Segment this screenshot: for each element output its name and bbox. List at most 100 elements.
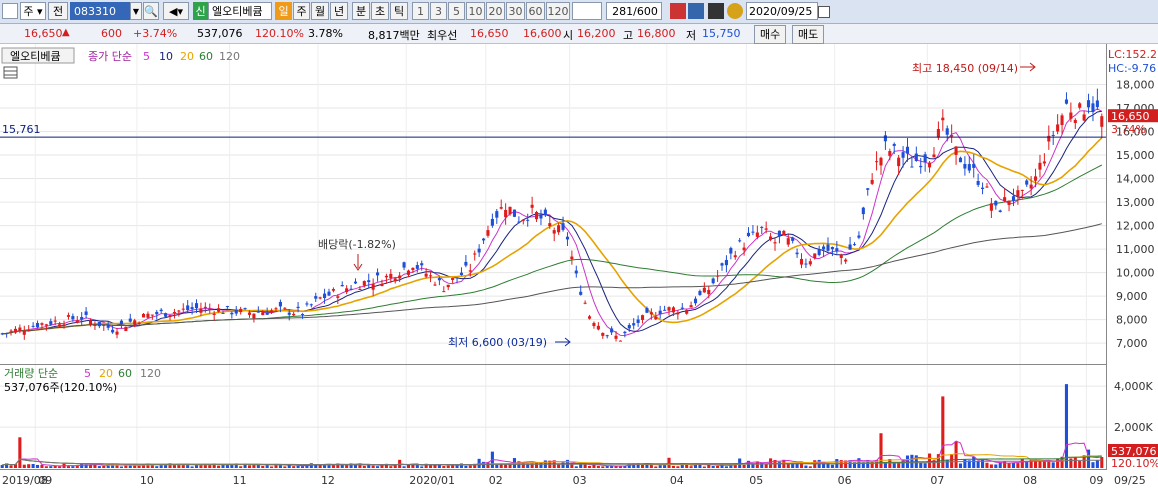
candle-body bbox=[994, 200, 998, 206]
candle-body bbox=[716, 275, 720, 277]
ma20-legend: 20 bbox=[180, 50, 194, 63]
candle-body bbox=[477, 248, 481, 253]
candle-body bbox=[557, 225, 561, 233]
date-input[interactable]: 2020/09/25 bbox=[746, 2, 818, 20]
minute-period-button[interactable]: 분 bbox=[352, 2, 370, 20]
candle-body bbox=[826, 244, 830, 251]
candle-count[interactable]: 281/600 bbox=[606, 2, 662, 20]
code-dropdown-icon[interactable]: ▼ bbox=[130, 2, 142, 20]
interval-20-button[interactable]: 20 bbox=[486, 2, 505, 20]
market-value: 주 bbox=[23, 5, 34, 18]
ma5-legend: 5 bbox=[143, 50, 150, 63]
sell-button[interactable]: 매도 bbox=[792, 25, 825, 44]
volume-bar bbox=[137, 465, 141, 468]
volume-bar bbox=[80, 463, 84, 468]
candle-body bbox=[159, 309, 163, 312]
candle-body bbox=[150, 314, 154, 316]
trade-value: 8,817백만 bbox=[368, 29, 420, 42]
interval-120-button[interactable]: 120 bbox=[546, 2, 570, 20]
year-period-button[interactable]: 년 bbox=[330, 2, 348, 20]
candle-body bbox=[380, 283, 384, 286]
volume-legend-prefix: 거래량 단순 bbox=[4, 367, 58, 380]
tick-period-button[interactable]: 틱 bbox=[390, 2, 408, 20]
candle-body bbox=[764, 228, 768, 230]
candle-body bbox=[870, 179, 874, 184]
volume-bar bbox=[1038, 461, 1042, 468]
volume-bar bbox=[574, 466, 578, 468]
volume-bar bbox=[989, 464, 993, 468]
candle-body bbox=[601, 332, 605, 336]
week-period-button[interactable]: 주 bbox=[293, 2, 310, 20]
high-label: 고 bbox=[623, 29, 634, 42]
stock-chart[interactable]: 15,761 7,000 8,000 9,000 10,000 11,000 12,000… bbox=[0, 44, 1158, 491]
volume-bar bbox=[9, 465, 13, 468]
candle-body bbox=[415, 265, 419, 269]
candle-body bbox=[561, 223, 565, 230]
candle-body bbox=[97, 322, 101, 327]
day-period-button[interactable]: 일 bbox=[275, 2, 292, 20]
price-y-tick-label: 11,000 bbox=[1116, 243, 1155, 256]
candle-body bbox=[362, 281, 366, 286]
candle-body bbox=[729, 248, 733, 254]
candle-body bbox=[680, 307, 684, 309]
candle-body bbox=[336, 296, 340, 298]
interval-5-button[interactable]: 5 bbox=[448, 2, 465, 20]
link-icon[interactable] bbox=[2, 3, 18, 19]
candle-body bbox=[384, 275, 388, 278]
price-change-pct: +3.74% bbox=[133, 27, 178, 40]
candle-body bbox=[406, 270, 411, 275]
candle-body bbox=[243, 308, 247, 310]
candle-body bbox=[106, 324, 110, 328]
volume-bar bbox=[963, 459, 967, 468]
volume-bar bbox=[58, 466, 62, 468]
settings-gear-icon[interactable] bbox=[727, 3, 743, 19]
volume-bar bbox=[1003, 461, 1007, 468]
interval-30-button[interactable]: 30 bbox=[506, 2, 525, 20]
candle-body bbox=[437, 278, 441, 281]
month-period-button[interactable]: 월 bbox=[311, 2, 329, 20]
current-price: 16,650 bbox=[24, 27, 63, 40]
interval-1-button[interactable]: 1 bbox=[412, 2, 429, 20]
candle-body bbox=[583, 302, 587, 304]
x-axis-label: 12 bbox=[321, 474, 335, 487]
best-bid: 16,600 bbox=[523, 27, 562, 40]
candle-body bbox=[932, 154, 936, 158]
volume-bar bbox=[261, 465, 265, 468]
candle-body bbox=[486, 230, 490, 236]
lc-label: LC:152.27 bbox=[1108, 48, 1158, 61]
stock-code-input[interactable]: 083310 bbox=[70, 2, 130, 20]
save-icon[interactable] bbox=[708, 3, 724, 19]
interval-60-button[interactable]: 60 bbox=[526, 2, 545, 20]
interval-10-button[interactable]: 10 bbox=[466, 2, 485, 20]
candle-body bbox=[0, 333, 4, 335]
volume-bar bbox=[119, 466, 123, 468]
candle-body bbox=[66, 315, 70, 317]
volume-bar bbox=[31, 463, 35, 468]
volume-bar bbox=[49, 466, 53, 468]
volume-bar bbox=[1051, 462, 1055, 468]
candle-body bbox=[813, 253, 817, 259]
indicator-icon[interactable] bbox=[688, 3, 704, 19]
candle-body bbox=[720, 263, 724, 266]
market-select[interactable]: 주 ▾ bbox=[20, 2, 46, 20]
second-period-button[interactable]: 초 bbox=[371, 2, 389, 20]
volume-bar bbox=[1073, 457, 1077, 468]
chart-tool-icon[interactable] bbox=[670, 3, 686, 19]
custom-interval-select[interactable] bbox=[572, 2, 602, 20]
candle-body bbox=[49, 321, 53, 325]
buy-button[interactable]: 매수 bbox=[754, 25, 787, 44]
candle-body bbox=[468, 270, 472, 272]
calendar-icon[interactable] bbox=[818, 6, 830, 18]
candle-body bbox=[570, 256, 574, 260]
interval-3-button[interactable]: 3 bbox=[430, 2, 447, 20]
price-y-tick-label: 12,000 bbox=[1116, 220, 1155, 233]
speaker-icon[interactable]: ◀▾ bbox=[163, 2, 189, 20]
candle-body bbox=[331, 289, 335, 291]
volume-bar bbox=[711, 465, 715, 468]
candle-body bbox=[839, 254, 843, 258]
search-icon[interactable]: 🔍 bbox=[143, 2, 159, 20]
period-button[interactable]: 전 bbox=[48, 2, 68, 20]
candle-body bbox=[773, 242, 777, 244]
x-axis-label: 08 bbox=[1023, 474, 1037, 487]
candle-body bbox=[84, 311, 88, 315]
